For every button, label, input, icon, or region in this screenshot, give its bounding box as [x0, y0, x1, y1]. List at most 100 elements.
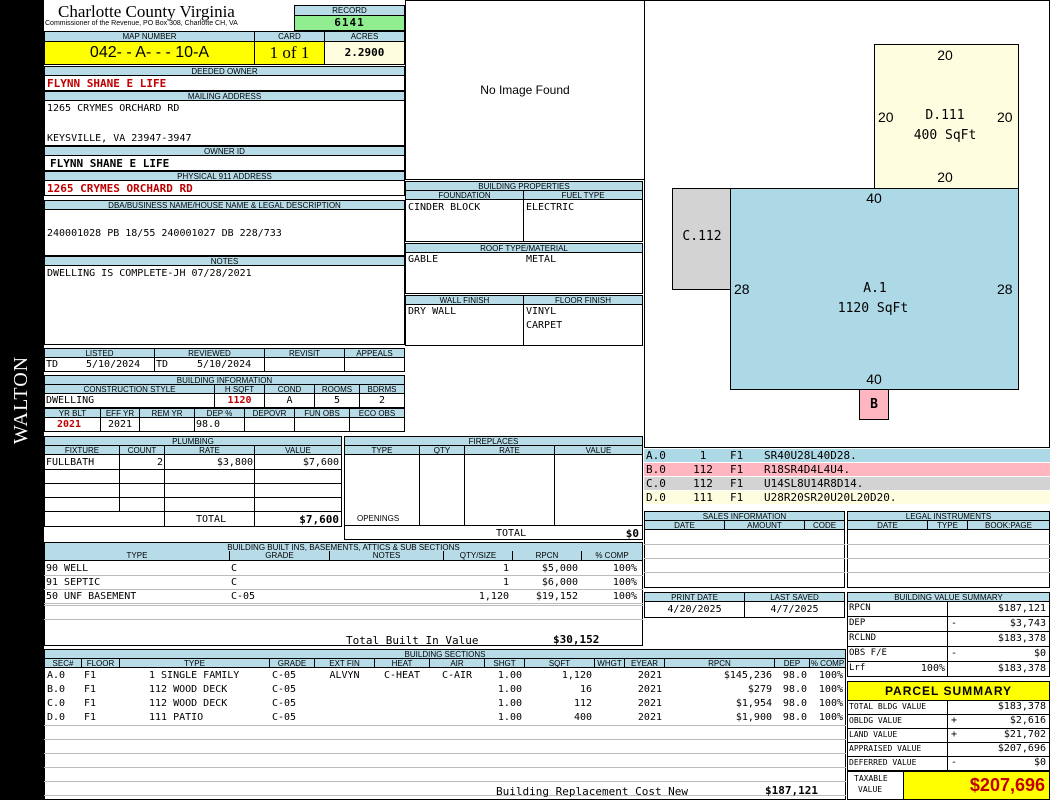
section-cell-sec: A.0	[47, 670, 66, 681]
rooms: 5	[333, 395, 341, 406]
section-cell-comp: 100%	[818, 684, 843, 695]
section-cell-comp: 100%	[818, 698, 843, 709]
vector-sec: C.0	[646, 477, 666, 490]
plumbing-count: 2	[156, 457, 163, 468]
section-cell-grade: C-05	[272, 698, 297, 709]
fireplace-col-rate: RATE	[464, 445, 555, 455]
parcel-sign: -	[951, 757, 958, 768]
grid-line	[419, 455, 420, 525]
section-cell-type: 1 SINGLE FAMILY	[149, 670, 240, 681]
sketch-a-top-dim: 40	[866, 190, 882, 206]
sketch-b-label: B	[870, 397, 878, 412]
section-cell-floor: F1	[84, 670, 97, 681]
plumbing-value: $7,600	[302, 457, 339, 468]
sections-col-heat: HEAT	[374, 658, 430, 668]
section-cell-eyear: 2021	[637, 684, 662, 695]
plumbing-col-count: COUNT	[119, 445, 165, 455]
funobs-box	[294, 417, 350, 432]
grid-line	[847, 558, 1050, 559]
bvs-pct: 100%	[920, 663, 945, 674]
section-cell-sec: D.0	[47, 712, 66, 723]
plumbing-col-rate: RATE	[164, 445, 255, 455]
wall-finish-value: DRY WALL	[408, 306, 457, 317]
table-row: C.0 F1 112 WOOD DECK C-05 1.00 112 2021 $1,954 9…	[0, 698, 846, 711]
roof-material-value: METAL	[526, 254, 557, 265]
grid-line	[44, 739, 846, 740]
section-cell-sec: C.0	[47, 698, 66, 709]
section-cell-dep: 98.0	[782, 712, 807, 723]
sketch-a-bottom-dim: 40	[866, 371, 882, 387]
sections-col-sec: SEC#	[44, 658, 82, 668]
taxable-label-2: VALUE	[858, 785, 883, 794]
taxable-label-1: TAXABLE	[854, 774, 888, 783]
vector-row: C.0 112 F1 U14SL8U14R8D14.	[644, 477, 1050, 491]
builtins-cell-qty: 1	[502, 563, 509, 574]
reviewed-date: 5/10/2024	[197, 359, 252, 370]
builtins-cell-comp: 100%	[612, 563, 637, 574]
effective-year: 2021	[107, 419, 133, 430]
plumbing-rate: $3,800	[216, 457, 253, 468]
builtins-cell-comp: 100%	[612, 577, 637, 588]
revisit-box	[264, 357, 345, 372]
grid-line	[344, 525, 643, 526]
builtins-col-notes: NOTES	[329, 551, 444, 561]
section-cell-eyear: 2021	[637, 670, 662, 681]
builtins-total: $30,152	[553, 633, 600, 646]
vector-code: 112	[693, 477, 713, 490]
sections-col-eyear: EYEAR	[624, 658, 665, 668]
brcn-value: $187,121	[765, 784, 818, 797]
plumbing-col-value: VALUE	[254, 445, 342, 455]
sketch-d-top-dim: 20	[937, 47, 953, 63]
parcel-label: DEFERRED VALUE	[849, 758, 917, 767]
bvs-value: $0	[1033, 648, 1046, 659]
builtins-cell-rpcn: $5,000	[541, 563, 578, 574]
section-cell-comp: 100%	[818, 670, 843, 681]
sections-col-sqft: SQFT	[524, 658, 595, 668]
office-address: Commissioner of the Revenue, PO Box 308,…	[45, 20, 238, 27]
vector-sec: D.0	[646, 491, 666, 504]
bvs-label: OBS F/E	[849, 648, 887, 658]
section-cell-sqft: 400	[573, 712, 592, 723]
section-cell-air: C-AIR	[441, 670, 473, 681]
section-cell-grade: C-05	[272, 712, 297, 723]
bedrooms: 2	[378, 395, 386, 406]
builtins-col-type: TYPE	[44, 551, 230, 561]
depreciation-pct: 98.0	[196, 419, 221, 430]
grid-line	[44, 725, 846, 726]
depovr-box	[244, 417, 295, 432]
vector-floor: F1	[730, 491, 744, 504]
grid-line	[44, 483, 342, 484]
vector-code: 112	[693, 463, 713, 476]
table-row: 50 UNF BASEMENT C-05 1,120 $19,152 100%	[0, 591, 643, 604]
deeded-owner: FLYNN SHANE E LIFE	[44, 75, 405, 91]
table-row: B.0 F1 112 WOOD DECK C-05 1.00 16 2021 $279 98.0…	[0, 684, 846, 697]
vector-row: A.0 1 F1 SR40U28L40D28.	[644, 449, 1050, 463]
floor-finish-value-1: VINYL	[526, 306, 557, 317]
sketch-c-label: C.112	[682, 229, 722, 244]
grid-line	[44, 753, 846, 754]
bvs-label: RPCN	[849, 603, 871, 613]
vector-floor: F1	[730, 449, 744, 462]
bvs-label: DEP	[849, 618, 866, 628]
bvs-sign: -	[951, 618, 958, 629]
fireplace-col-type: TYPE	[344, 445, 420, 455]
parcel-value: $21,702	[1003, 729, 1046, 740]
grid-line	[44, 511, 342, 512]
section-cell-sqft: 1,120	[561, 670, 592, 681]
bvs-label: Lrf	[849, 663, 866, 673]
roof-type-value: GABLE	[408, 254, 439, 265]
section-cell-heat: C-HEAT	[383, 670, 421, 681]
floor-finish-value-2: CARPET	[526, 320, 563, 331]
sketch-a-right-dim: 28	[997, 281, 1013, 297]
fireplace-openings-label: OPENINGS	[357, 514, 400, 523]
vector-floor: F1	[730, 463, 744, 476]
vector-sec: B.0	[646, 463, 666, 476]
grid-line	[44, 781, 846, 782]
parcel-value: $0	[1033, 757, 1046, 768]
map-number: 042- - A- - - 10-A	[44, 41, 255, 65]
grid-line	[644, 544, 845, 545]
legal-instruments-table	[847, 520, 1050, 588]
builtins-cell-qty: 1	[502, 577, 509, 588]
table-row: D.0 F1 111 PATIO C-05 1.00 400 2021 $1,900 98.0 1…	[0, 712, 846, 725]
section-cell-dep: 98.0	[782, 670, 807, 681]
